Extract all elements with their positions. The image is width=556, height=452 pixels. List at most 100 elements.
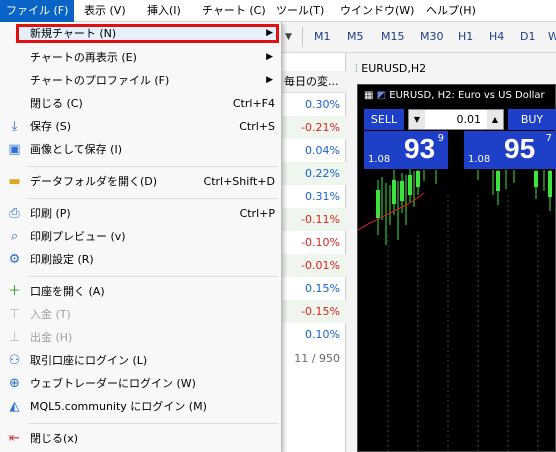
buy-price-box[interactable]: 1.08 95 7 — [464, 131, 556, 169]
menu-view[interactable]: 表示 (V) — [78, 0, 132, 22]
exit-icon: ⇤ — [9, 431, 20, 446]
buy-price-prefix: 1.08 — [468, 154, 491, 165]
menu-item-withdraw[interactable]: ⊥ 出金 (H) — [0, 326, 281, 349]
menu-separator — [28, 166, 278, 167]
submenu-arrow-icon: ▶ — [266, 75, 273, 85]
plus-icon: ＋ — [7, 284, 21, 299]
menu-tools[interactable]: ツール(T) — [270, 0, 330, 22]
timeframe-m1[interactable]: M1 — [314, 30, 331, 43]
menu-item-open-data-folder[interactable]: ▬ データフォルダを開く(D) Ctrl+Shift+D — [0, 170, 281, 193]
timeframe-m15[interactable]: M15 — [381, 30, 405, 43]
chart-window[interactable]: ▦ ◩ EURUSD, H2: Euro vs US Dollar SELL ▼… — [357, 84, 556, 452]
menu-item-shortcut: Ctrl+P — [239, 207, 275, 220]
menu-item-new-chart[interactable]: 新規チャート (N) ▶ — [0, 22, 281, 45]
menu-item-login-mql5[interactable]: ◭ MQL5.community にログイン (M) — [0, 395, 281, 418]
daily-change-cell: 0.30% — [305, 98, 340, 111]
timeframe-w1[interactable]: W — [548, 30, 556, 43]
daily-change-cell: 0.15% — [305, 282, 340, 295]
candle-body — [400, 181, 404, 201]
submenu-arrow-icon: ▶ — [266, 28, 273, 38]
menu-window[interactable]: ウインドウ(W) — [334, 0, 420, 22]
market-watch-panel: 毎日の変... 0.30% -0.21% 0.04% 0.22% 0.31% -… — [282, 53, 346, 452]
chart-tab[interactable]: ⫶ EURUSD,H2 — [355, 58, 426, 80]
menu-separator — [28, 423, 278, 424]
menu-item-label: 保存 (S) — [30, 120, 72, 133]
menu-help[interactable]: ヘルプ(H) — [420, 0, 482, 22]
printer-icon: ⎙ — [9, 206, 20, 221]
sell-price-point: 9 — [437, 133, 444, 144]
image-icon: ▣ — [8, 142, 21, 157]
chart-tab-icon: ⫶ — [355, 62, 358, 75]
daily-change-cell: -0.01% — [282, 254, 346, 277]
menu-item-label: 閉じる (C) — [30, 97, 83, 110]
chart-description: Euro vs US Dollar — [458, 90, 545, 101]
menu-item-save[interactable]: ⤓ 保存 (S) Ctrl+S — [0, 115, 281, 138]
menu-item-print-preview[interactable]: ⌕ 印刷プレビュー (v) — [0, 225, 281, 248]
daily-change-cell: -0.15% — [282, 300, 346, 323]
lot-size-input[interactable]: ▼ 0.01 ▲ — [408, 109, 504, 130]
menu-item-label: 入金 (T) — [30, 308, 71, 321]
timeframe-h1[interactable]: H1 — [458, 30, 473, 43]
daily-change-cell: 0.22% — [282, 162, 346, 185]
daily-change-cell: 0.31% — [305, 190, 340, 203]
menu-item-login-trade[interactable]: ⚇ 取引口座にログイン (L) — [0, 349, 281, 372]
menu-item-label: 新規チャート (N) — [30, 27, 117, 40]
menu-bar: ファイル (F) 表示 (V) 挿入(I) チャート (C) ツール(T) ウイ… — [0, 0, 556, 22]
toolbar-separator — [302, 27, 303, 47]
menu-item-label: チャートの再表示 (E) — [30, 51, 137, 64]
symbol-count: 11 / 950 — [294, 352, 340, 365]
menu-item-label: 閉じる(x) — [30, 432, 79, 445]
menu-item-label: 印刷 (P) — [30, 207, 71, 220]
menu-item-label: MQL5.community にログイン (M) — [30, 400, 207, 413]
lot-increase-icon[interactable]: ▲ — [487, 110, 503, 129]
menu-item-label: 取引口座にログイン (L) — [30, 354, 148, 367]
timeframe-h4[interactable]: H4 — [489, 30, 504, 43]
sell-button[interactable]: SELL — [364, 109, 404, 130]
candle-body — [496, 171, 500, 191]
menu-item-label: データフォルダを開く(D) — [30, 175, 158, 188]
globe-icon: ⊕ — [9, 376, 20, 391]
user-icon: ⚇ — [8, 353, 21, 368]
menu-item-login-webtrader[interactable]: ⊕ ウェブトレーダーにログイン (W) — [0, 372, 281, 395]
lot-size-value: 0.01 — [456, 113, 482, 126]
buy-price-pips: 95 — [504, 133, 536, 164]
menu-item-save-image[interactable]: ▣ 画像として保存 (I) — [0, 138, 281, 161]
menu-item-reopen-chart[interactable]: チャートの再表示 (E) ▶ — [0, 46, 281, 69]
menu-insert[interactable]: 挿入(I) — [141, 0, 187, 22]
menu-item-shortcut: Ctrl+S — [239, 120, 275, 133]
menu-item-exit[interactable]: ⇤ 閉じる(x) — [0, 427, 281, 450]
menu-item-label: 画像として保存 (I) — [30, 143, 122, 156]
candle-body — [548, 171, 552, 197]
candle-body — [408, 175, 412, 195]
menu-chart[interactable]: チャート (C) — [196, 0, 272, 22]
save-icon: ⤓ — [11, 119, 18, 134]
menu-item-label: 口座を開く (A) — [30, 285, 105, 298]
print-preview-icon: ⌕ — [10, 229, 19, 244]
menu-item-deposit[interactable]: ⊤ 入金 (T) — [0, 303, 281, 326]
menu-item-open-account[interactable]: ＋ 口座を開く (A) — [0, 280, 281, 303]
column-header-daily-change[interactable]: 毎日の変... — [282, 71, 346, 93]
candle-body — [416, 171, 420, 187]
deposit-icon: ⊤ — [8, 307, 21, 322]
menu-separator — [28, 276, 278, 277]
sell-price-box[interactable]: 1.08 93 9 — [364, 131, 448, 169]
print-settings-icon: ⚙ — [8, 252, 21, 267]
chart-area: ⫶ EURUSD,H2 ▦ ◩ EURUSD, H2: Euro vs US D… — [347, 53, 556, 452]
buy-button[interactable]: BUY — [508, 109, 556, 130]
timeframe-m5[interactable]: M5 — [347, 30, 364, 43]
menu-item-chart-profile[interactable]: チャートのプロファイル (F) ▶ — [0, 69, 281, 92]
candle-body — [376, 190, 380, 218]
withdraw-icon: ⊥ — [8, 330, 21, 345]
menu-item-label: ウェブトレーダーにログイン (W) — [30, 377, 196, 390]
menu-item-label: 印刷プレビュー (v) — [30, 230, 126, 243]
menu-file[interactable]: ファイル (F) — [0, 0, 74, 22]
menu-item-print[interactable]: ⎙ 印刷 (P) Ctrl+P — [0, 202, 281, 225]
timeframe-d1[interactable]: D1 — [520, 30, 535, 43]
candle-body — [534, 171, 538, 187]
daily-change-cell: -0.21% — [282, 116, 346, 139]
lot-decrease-icon[interactable]: ▼ — [409, 110, 425, 129]
menu-item-print-setup[interactable]: ⚙ 印刷設定 (R) — [0, 248, 281, 271]
menu-item-close[interactable]: 閉じる (C) Ctrl+F4 — [0, 92, 281, 115]
toolbar-dropdown-icon[interactable]: ▼ — [285, 32, 292, 42]
timeframe-m30[interactable]: M30 — [420, 30, 444, 43]
